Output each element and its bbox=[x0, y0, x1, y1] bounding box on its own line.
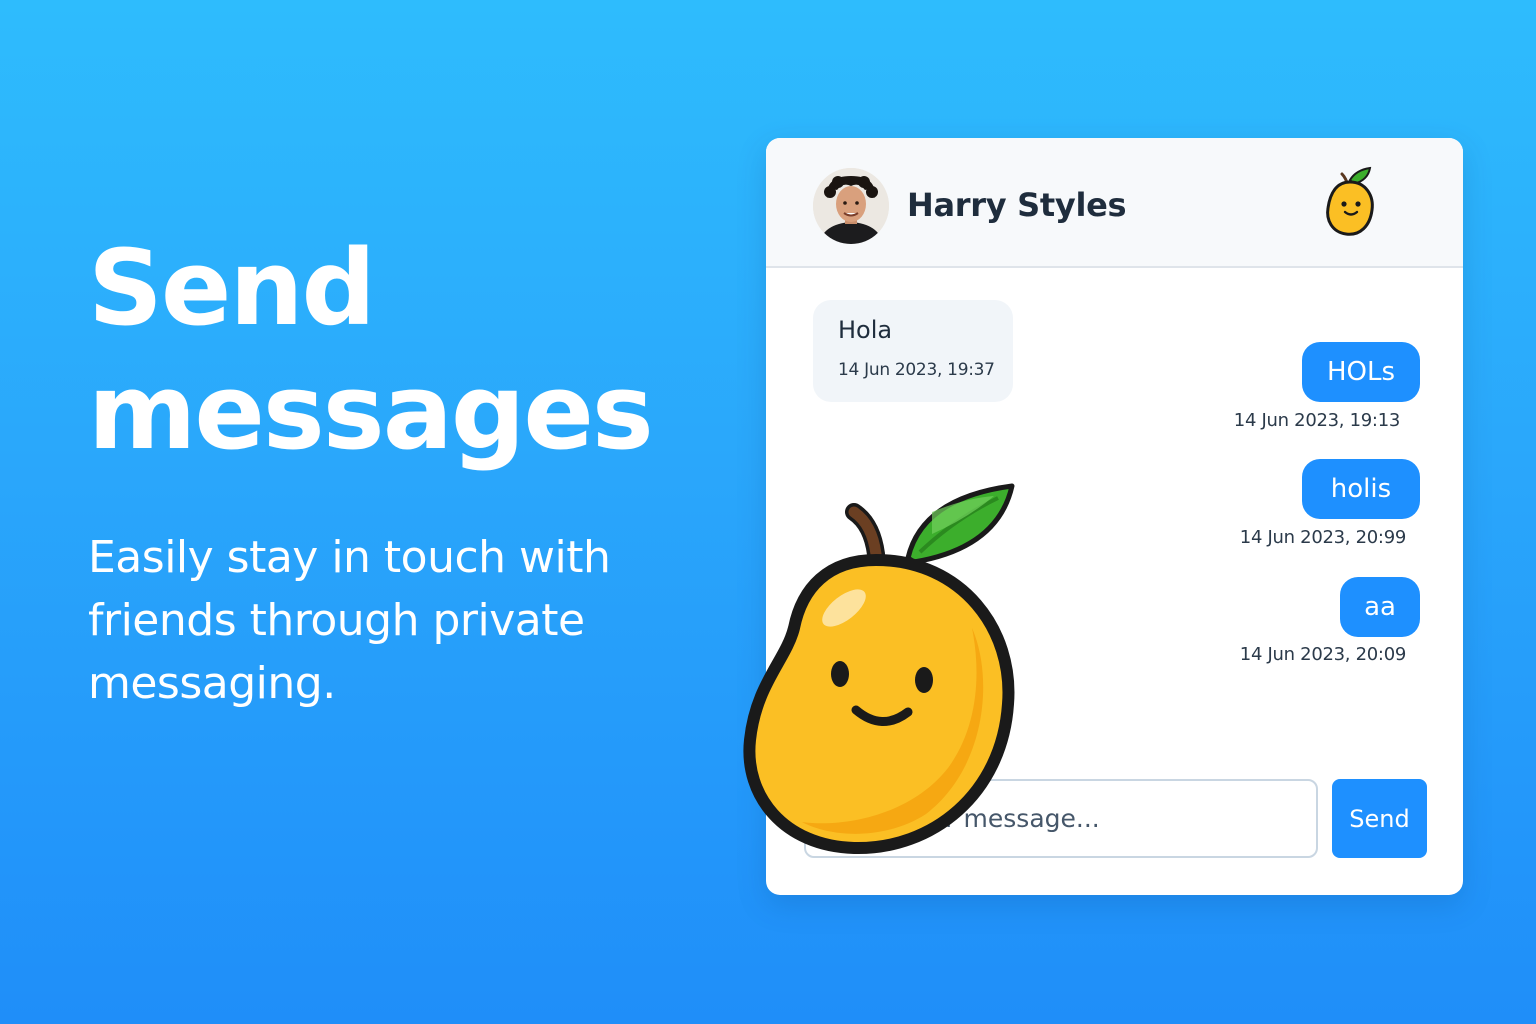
hero-subtitle: Easily stay in touch with friends throug… bbox=[88, 526, 688, 715]
hero-section: Send messages Easily stay in touch with … bbox=[88, 226, 688, 715]
mango-mascot-icon bbox=[736, 478, 1026, 870]
chat-header: Harry Styles bbox=[766, 138, 1463, 268]
message-outgoing[interactable]: holis bbox=[1302, 459, 1420, 519]
hero-title: Send messages bbox=[88, 226, 688, 474]
user-avatar-icon bbox=[813, 168, 889, 244]
hero-subtitle-line-2: friends through private bbox=[88, 595, 585, 646]
hero-subtitle-line-3: messaging. bbox=[88, 658, 336, 709]
hero-title-line-1: Send bbox=[88, 227, 376, 349]
message-timestamp: 14 Jun 2023, 19:13 bbox=[1233, 410, 1401, 431]
message-text: Hola bbox=[838, 316, 893, 344]
message-incoming[interactable]: Hola 14 Jun 2023, 19:37 bbox=[813, 300, 1013, 402]
message-outgoing[interactable]: aa bbox=[1340, 577, 1420, 637]
message-timestamp: 14 Jun 2023, 20:09 bbox=[1239, 644, 1407, 665]
avatar[interactable] bbox=[813, 168, 889, 244]
mango-logo-icon bbox=[1322, 164, 1380, 240]
message-timestamp: 14 Jun 2023, 19:37 bbox=[838, 360, 995, 380]
hero-subtitle-line-1: Easily stay in touch with bbox=[88, 532, 611, 583]
send-button[interactable]: Send bbox=[1332, 779, 1427, 858]
message-timestamp: 14 Jun 2023, 20:99 bbox=[1239, 527, 1407, 548]
hero-title-line-2: messages bbox=[88, 351, 654, 473]
contact-name[interactable]: Harry Styles bbox=[907, 186, 1127, 224]
message-outgoing[interactable]: HOLs bbox=[1302, 342, 1420, 402]
